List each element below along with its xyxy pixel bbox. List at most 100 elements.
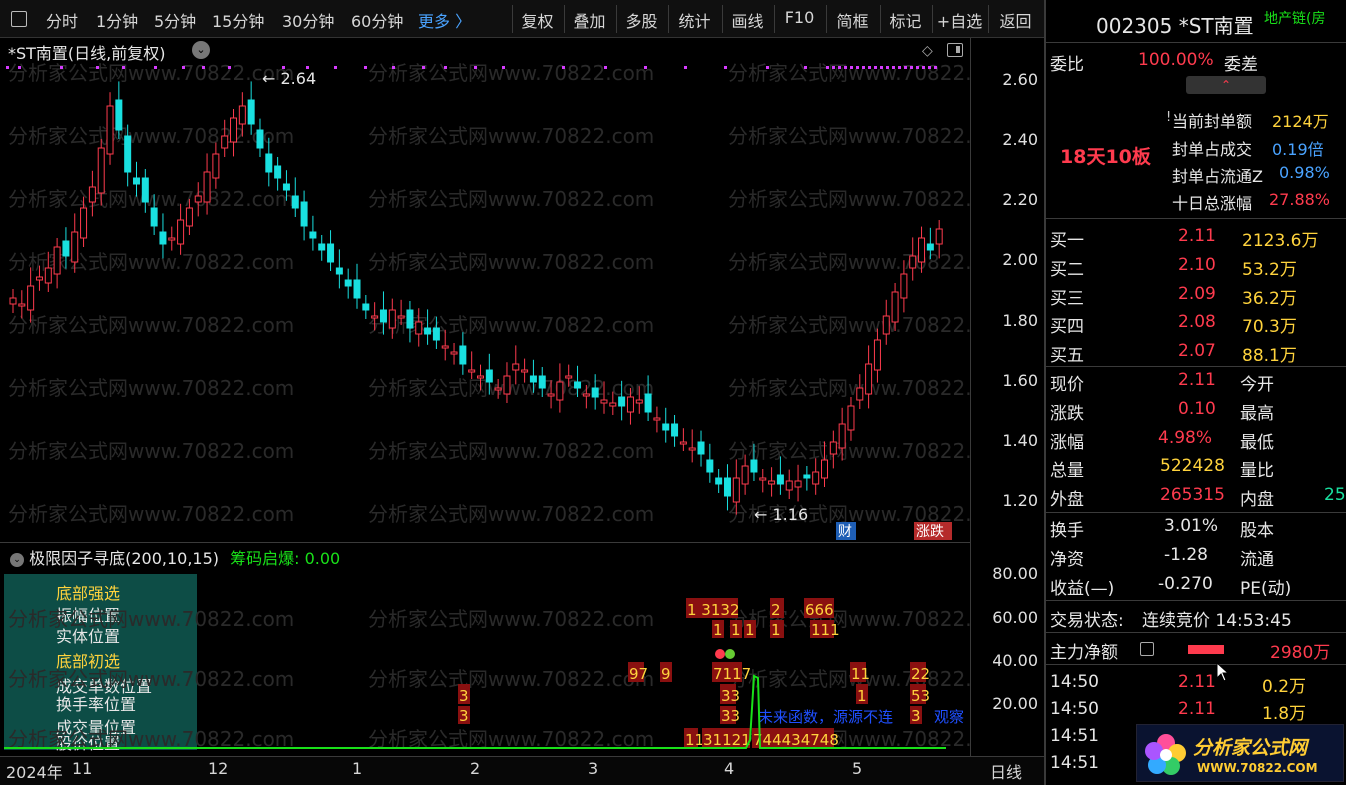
- signal-dot: [766, 66, 769, 69]
- bid-label: 买五: [1050, 346, 1084, 367]
- period-tab-1min[interactable]: 1分钟: [96, 8, 138, 32]
- svg-text:111: 111: [811, 621, 840, 639]
- stat-value: 265315: [1160, 485, 1225, 506]
- sector-link[interactable]: 地产链(房: [1264, 8, 1325, 28]
- signal-box: 53: [910, 684, 930, 705]
- fruit-icon: [725, 649, 735, 659]
- svg-text:97: 97: [629, 665, 648, 683]
- signal-box: 3: [458, 706, 470, 725]
- stat-value: 25: [1324, 485, 1346, 506]
- stat-value: 0.10: [1178, 398, 1216, 419]
- statistics-button[interactable]: 统计: [668, 5, 720, 33]
- list-icon[interactable]: [1140, 642, 1154, 656]
- draw-line-button[interactable]: 画线: [722, 5, 772, 33]
- chevron-down-icon[interactable]: ⌄: [10, 552, 24, 567]
- period-tab-30min[interactable]: 30分钟: [282, 8, 334, 32]
- signal-box: 666: [804, 598, 834, 619]
- signal-box: 33: [720, 706, 740, 725]
- chevron-down-icon[interactable]: ⌄: [192, 41, 210, 59]
- candle: [794, 464, 802, 502]
- svg-text:1: 1: [731, 621, 741, 639]
- panel-toggle-icon[interactable]: [947, 43, 963, 57]
- candle: [882, 299, 890, 345]
- candle: [679, 428, 687, 451]
- svg-text:11: 11: [851, 665, 870, 683]
- axis-tick: 2.40: [1002, 130, 1038, 149]
- signal-box: 111: [810, 620, 840, 639]
- seal-value: 0.98%: [1279, 163, 1330, 182]
- watermark-text: 分析家公式网www.70822.com: [8, 439, 294, 463]
- signal-dot: [922, 66, 925, 69]
- signal-box: 97: [628, 662, 648, 683]
- seal-label: 十日总涨幅: [1172, 194, 1253, 213]
- svg-text:3: 3: [911, 707, 921, 725]
- svg-text:33: 33: [721, 707, 740, 725]
- signal-dot: [474, 66, 477, 69]
- chart-title[interactable]: *ST南置(日线,前复权): [8, 40, 166, 64]
- stat-label: 内盘: [1240, 490, 1274, 511]
- stat-value: -1.28: [1164, 545, 1208, 565]
- signal-dot: [502, 66, 505, 69]
- indicator-chart[interactable]: 分析家公式网www.70822.com 分析家公式网www.70822.com 分析…: [4, 566, 970, 756]
- period-tab-60min[interactable]: 60分钟: [351, 8, 403, 32]
- candle: [230, 109, 238, 157]
- overlay-button[interactable]: 叠加: [564, 5, 614, 33]
- seal-value: 27.88%: [1269, 190, 1331, 209]
- signal-box: 1: [856, 684, 868, 705]
- date-label: 2024年: [6, 763, 63, 782]
- candle: [115, 81, 123, 139]
- watermark-text: 分析家公式网www.70822.com: [728, 124, 970, 148]
- simple-frame-button[interactable]: 简框: [826, 5, 878, 33]
- quote-panel: 002305 *ST南置 地产链(房 委比 100.00% 委差 ⌃ 18天10…: [1046, 0, 1346, 785]
- signal-dot: [832, 66, 835, 69]
- collapse-chevron-icon[interactable]: ⌃: [1186, 76, 1266, 94]
- period-more-button[interactable]: 更多 〉: [418, 8, 471, 32]
- candle: [847, 397, 855, 441]
- signal-dot: [850, 66, 853, 69]
- fuquan-button[interactable]: 复权: [512, 5, 562, 33]
- back-button[interactable]: 返回: [988, 5, 1042, 33]
- toolbar-list-icon[interactable]: [11, 11, 27, 27]
- watermark-text: 分析家公式网www.70822.com: [728, 607, 970, 631]
- svg-text:1: 1: [857, 687, 867, 705]
- period-tab-fenshi[interactable]: 分时: [46, 8, 78, 32]
- signal-box: 3: [458, 684, 470, 705]
- signal-dot: [6, 66, 9, 69]
- signal-dot: [928, 66, 931, 69]
- multi-stock-button[interactable]: 多股: [616, 5, 666, 33]
- candle: [468, 351, 476, 379]
- axis-tick: 1.60: [1002, 371, 1038, 390]
- candle: [759, 469, 767, 493]
- mark-button[interactable]: 标记: [880, 5, 930, 33]
- period-tab-5min[interactable]: 5分钟: [154, 8, 196, 32]
- period-tab-15min[interactable]: 15分钟: [212, 8, 264, 32]
- candle: [697, 430, 705, 467]
- candlestick-chart[interactable]: 分析家公式网www.70822.com 分析家公式网www.70822.com 分析…: [4, 62, 970, 542]
- f10-button[interactable]: F10: [774, 5, 824, 33]
- signal-box: 11: [684, 728, 704, 749]
- bid-label: 买一: [1050, 231, 1084, 251]
- svg-text:1: 1: [745, 621, 755, 639]
- diamond-icon[interactable]: ◇: [922, 43, 933, 59]
- bid-price: 2.10: [1178, 254, 1216, 275]
- candle: [309, 215, 317, 251]
- add-watchlist-button[interactable]: +自选: [932, 5, 986, 33]
- watermark-text: 分析家公式网www.70822.com: [8, 667, 294, 691]
- bid-price: 2.08: [1178, 312, 1216, 333]
- trade-status-value: 连续竞价 14:53:45: [1142, 611, 1292, 631]
- tick-time: 14:50: [1050, 672, 1099, 692]
- candle: [653, 406, 661, 433]
- axis-tick: 1.80: [1002, 311, 1038, 330]
- watermark-text: 分析家公式网www.70822.com: [8, 502, 294, 526]
- watermark-text: 分析家公式网www.70822.com: [728, 62, 970, 85]
- logo-cn-text: 分析家公式网: [1193, 737, 1308, 759]
- watermark-text: 分析家公式网www.70822.com: [368, 667, 654, 691]
- candle: [212, 142, 220, 189]
- tick-time: 14:51: [1050, 726, 1099, 746]
- svg-text:11: 11: [685, 731, 704, 749]
- watermark-text: 分析家公式网www.70822.com: [728, 313, 970, 337]
- bid-price: 2.07: [1178, 341, 1216, 362]
- signal-dot: [826, 66, 829, 69]
- watermark-text: 分析家公式网www.70822.com: [368, 607, 654, 631]
- candle: [812, 458, 820, 495]
